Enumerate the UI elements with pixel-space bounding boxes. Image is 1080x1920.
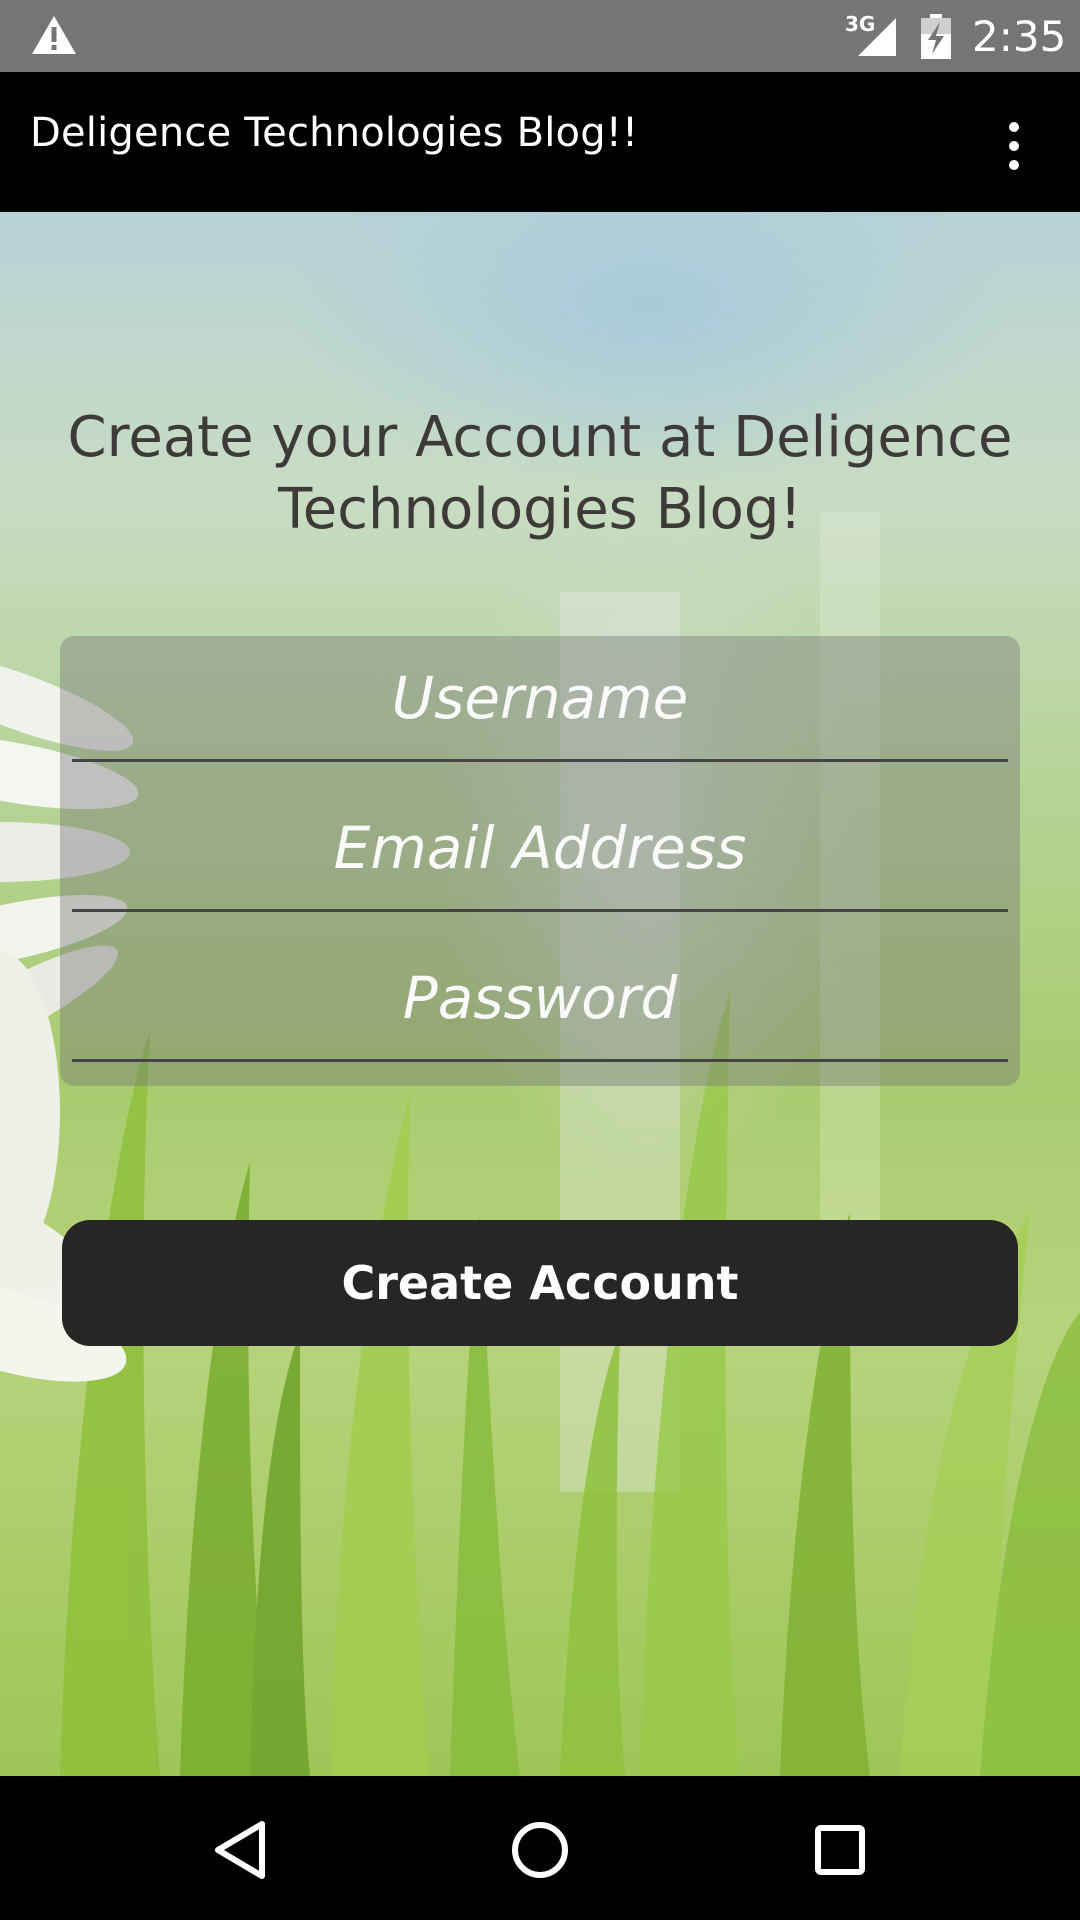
status-bar: 3G 2:35 (0, 0, 1080, 72)
main-content: Create your Account at Deligence Technol… (0, 212, 1080, 1776)
overflow-menu-button[interactable] (990, 116, 1038, 176)
battery-charging-icon (921, 14, 951, 59)
password-input[interactable]: Password (72, 936, 1008, 1062)
action-bar: Deligence Technologies Blog!! (0, 72, 1080, 212)
create-account-button[interactable]: Create Account (62, 1220, 1018, 1346)
back-triangle-icon[interactable] (212, 1820, 268, 1880)
navigation-bar (0, 1776, 1080, 1920)
username-input[interactable]: Username (72, 636, 1008, 762)
more-vertical-icon-dot (1009, 141, 1019, 151)
email-input[interactable]: Email Address (72, 786, 1008, 912)
home-circle-icon[interactable] (510, 1820, 570, 1880)
recents-square-icon[interactable] (814, 1824, 866, 1876)
warning-triangle-icon (32, 16, 76, 54)
more-vertical-icon-dot (1009, 160, 1019, 170)
more-vertical-icon (1009, 122, 1019, 132)
clock: 2:35 (972, 12, 1067, 61)
signup-form: Username Email Address Password (60, 636, 1020, 1086)
page-heading: Create your Account at Deligence Technol… (67, 405, 1013, 542)
screen: 3G 2:35 Deligence Technologies Blog!! Cr… (0, 0, 1080, 1920)
cell-signal-icon (858, 18, 896, 56)
app-title: Deligence Technologies Blog!! (30, 110, 639, 156)
